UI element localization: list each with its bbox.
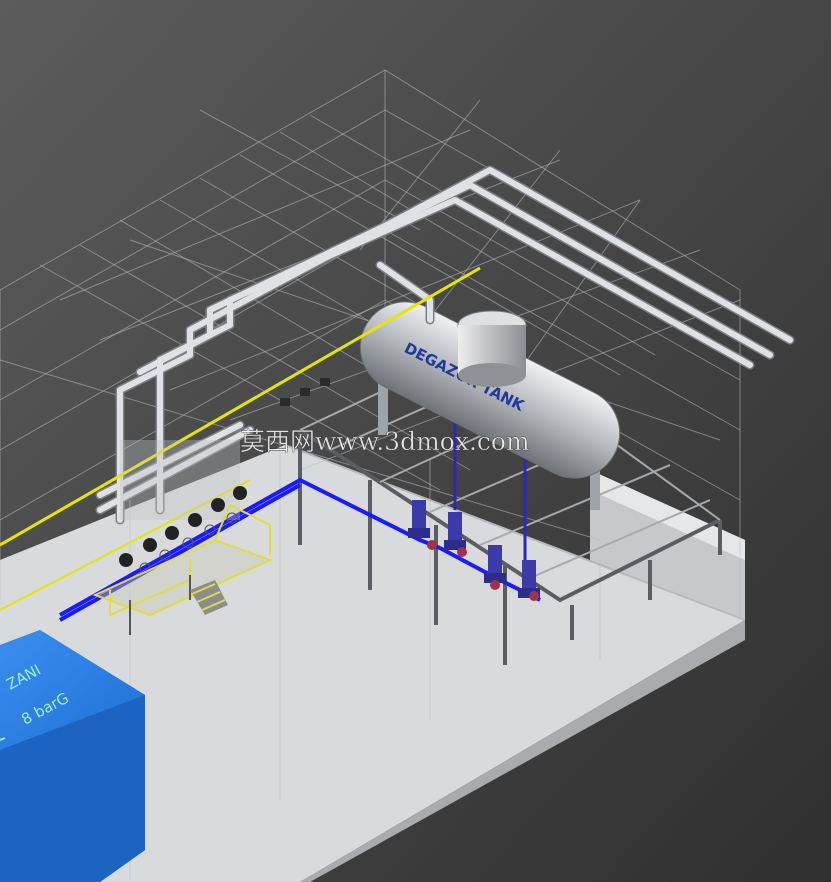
deaerator-dome: [457, 310, 527, 387]
plant-room-3d-viewport[interactable]: DEGAZÖR TANK ZANI 8 barG 莫西网www.3dmox.co…: [0, 0, 831, 882]
valve-icon: [119, 553, 133, 567]
valve-icon: [490, 580, 500, 590]
valve-icon: [529, 591, 539, 601]
valve-icon: [427, 540, 437, 550]
valve-icon: [233, 486, 247, 500]
valve-icon: [457, 547, 467, 557]
valve-icon: [165, 526, 179, 540]
valve-icon: [188, 513, 202, 527]
watermark-text: 莫西网www.3dmox.com: [240, 427, 530, 456]
valve-icon: [143, 538, 157, 552]
valve-icon: [211, 498, 225, 512]
